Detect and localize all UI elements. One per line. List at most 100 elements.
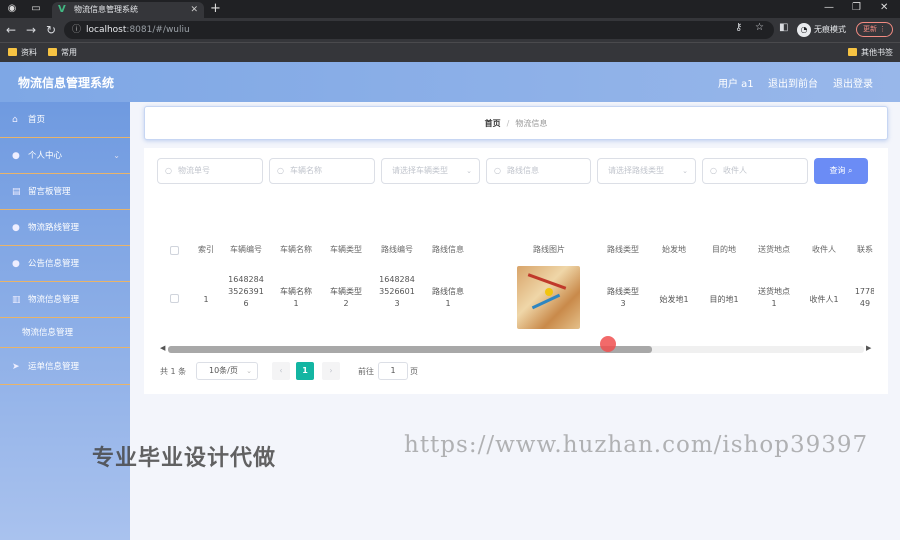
sidebar-item-waybills[interactable]: ➤ 运单信息管理 <box>0 349 130 385</box>
goto-page-input[interactable]: 1 <box>378 362 408 380</box>
route-map-image[interactable] <box>517 266 580 329</box>
search-icon: ○ <box>277 166 284 175</box>
query-button[interactable]: 查询 ⌕ <box>814 158 868 184</box>
browser-menu-icon[interactable]: ◉ <box>6 3 18 15</box>
page-number-current[interactable]: 1 <box>296 362 314 380</box>
scroll-thumb[interactable] <box>168 346 652 353</box>
cell-destination: 目的地1 <box>709 295 739 304</box>
back-icon[interactable]: ← <box>6 23 16 37</box>
search-icon: ○ <box>710 166 717 175</box>
url-host: localhost <box>86 25 127 35</box>
select-all-checkbox[interactable] <box>170 246 179 255</box>
logout-link[interactable]: 退出登录 <box>833 75 873 90</box>
th-vehicle-type: 车辆类型 <box>330 245 362 254</box>
sidebar-subitem-logistics[interactable]: 物流信息管理 <box>0 318 130 348</box>
update-label: 更新 <box>863 25 877 33</box>
new-tab-icon[interactable]: + <box>210 1 221 16</box>
cell-delivery: 送货地点 1 <box>758 287 790 308</box>
other-bookmarks[interactable]: 其他书签 <box>848 47 893 59</box>
key-icon[interactable]: ⚷ <box>735 22 742 33</box>
logistics-table: 索引 车辆编号 车辆名称 车辆类型 路线编号 路线信息 路线图片 路线类型 始发… <box>158 234 874 344</box>
breadcrumb-home[interactable]: 首页 <box>485 119 501 128</box>
vue-favicon-icon: V <box>58 4 66 15</box>
vehicle-name-input[interactable]: ○ 车辆名称 <box>269 158 375 184</box>
th-index: 索引 <box>198 245 214 254</box>
sidepanel-icon[interactable]: ◧ <box>779 22 788 33</box>
pagination-total: 共 1 条 <box>160 367 187 376</box>
forward-icon[interactable]: → <box>26 23 36 37</box>
vehicle-type-select[interactable]: 请选择车辆类型 ⌄ <box>381 158 480 184</box>
recipient-input[interactable]: ○ 收件人 <box>702 158 808 184</box>
close-tab-icon[interactable]: ✕ <box>190 2 198 18</box>
back-to-frontend-link[interactable]: 退出到前台 <box>768 75 818 90</box>
minimize-icon[interactable]: — <box>824 2 834 13</box>
cell-route-info: 路线信息 1 <box>432 287 464 308</box>
sidebar-item-routes[interactable]: ● 物流路线管理 <box>0 210 130 246</box>
th-vehicle-name: 车辆名称 <box>280 245 312 254</box>
goto-label: 前往 <box>358 367 374 376</box>
main-content: 首页 / 物流信息 ○ 物流单号 ○ 车辆名称 请选择车辆类型 ⌄ ○ 路线信息 请选择路线… <box>130 102 900 540</box>
browser-tabbar: ◉ ▭ V 物流信息管理系统 ✕ + — ❐ ✕ <box>0 0 900 18</box>
row-checkbox[interactable] <box>170 294 179 303</box>
cell-route-type: 路线类型 3 <box>607 287 639 308</box>
app-title: 物流信息管理系统 <box>18 76 115 90</box>
scroll-right-icon[interactable]: ▶ <box>866 344 871 352</box>
cell-vehicle-type: 车辆类型 2 <box>330 287 362 308</box>
breadcrumb: 首页 / 物流信息 <box>144 106 888 140</box>
sidebar-item-logistics[interactable]: ▥ 物流信息管理 <box>0 282 130 318</box>
folder-icon <box>8 48 17 56</box>
cell-contact: 1778 49 <box>854 287 874 308</box>
sidebar-item-notices[interactable]: ● 公告信息管理 <box>0 246 130 282</box>
th-delivery: 送货地点 <box>758 245 790 254</box>
restore-icon[interactable]: ❐ <box>852 2 861 13</box>
chevron-down-icon: ⌄ <box>246 367 252 375</box>
bookmark-folder-changyong[interactable]: 常用 <box>48 47 77 59</box>
route-info-input[interactable]: ○ 路线信息 <box>486 158 591 184</box>
th-route-info: 路线信息 <box>432 245 464 254</box>
sidebar-item-home[interactable]: ⌂ 首页 <box>0 102 130 138</box>
site-info-icon[interactable]: ⓘ <box>72 21 81 39</box>
folder-icon <box>48 48 57 56</box>
url-port: :8081 <box>126 25 153 35</box>
route-type-select[interactable]: 请选择路线类型 ⌄ <box>597 158 696 184</box>
tab-title: 物流信息管理系统 <box>74 5 138 14</box>
chevron-down-icon: ⌄ <box>682 167 688 175</box>
mouse-cursor-indicator <box>600 336 616 352</box>
scroll-left-icon[interactable]: ◀ <box>160 344 165 352</box>
search-icon: ○ <box>494 166 501 175</box>
sidebar: ⌂ 首页 ● 个人中心 ⌄ ▤ 留言板管理 ● 物流路线管理 ● 公告信息管理 ▥ 物流信息管… <box>0 102 130 540</box>
next-page-button[interactable]: › <box>322 362 340 380</box>
sidebar-item-profile[interactable]: ● 个人中心 ⌄ <box>0 138 130 174</box>
th-destination: 目的地 <box>712 245 736 254</box>
user-label: 用户 a1 <box>718 79 754 90</box>
chevron-down-icon: ⌄ <box>466 167 472 175</box>
cell-vehicle-no: 1648284 3526391 6 <box>228 275 264 308</box>
th-contact: 联系 <box>857 245 873 254</box>
app-header: 物流信息管理系统 用户 a1 退出到前台 退出登录 <box>0 62 900 102</box>
incognito-icon: ◔ <box>797 23 811 37</box>
browser-tab[interactable]: V 物流信息管理系统 ✕ <box>52 2 204 18</box>
bookmark-star-icon[interactable]: ☆ <box>755 22 764 33</box>
tab-overview-icon[interactable]: ▭ <box>30 3 42 15</box>
page-size-select[interactable]: 10条/页 ⌄ <box>196 362 258 380</box>
reload-icon[interactable]: ↻ <box>46 23 56 37</box>
bookmark-folder-ziliao[interactable]: 资料 <box>8 47 37 59</box>
th-vehicle-no: 车辆编号 <box>230 245 262 254</box>
update-button[interactable]: 更新 ⋮ <box>856 22 894 37</box>
horizontal-scrollbar[interactable]: ◀ ▶ <box>158 344 874 354</box>
incognito-indicator[interactable]: ◔ 无痕模式 <box>797 22 846 38</box>
goto-unit: 页 <box>410 367 418 376</box>
sidebar-item-messages[interactable]: ▤ 留言板管理 <box>0 174 130 210</box>
user-icon: ● <box>12 259 20 269</box>
watermark-left: 专业毕业设计代做 <box>92 446 277 471</box>
th-recipient: 收件人 <box>812 245 836 254</box>
document-icon: ▥ <box>12 295 21 305</box>
url-path: /#/wuliu <box>152 25 190 35</box>
th-origin: 始发地 <box>662 245 686 254</box>
tracking-no-input[interactable]: ○ 物流单号 <box>157 158 263 184</box>
th-route-image: 路线图片 <box>533 245 565 254</box>
prev-page-button[interactable]: ‹ <box>272 362 290 380</box>
close-window-icon[interactable]: ✕ <box>880 2 888 13</box>
address-bar[interactable]: ⓘ localhost:8081/#/wuliu <box>64 21 774 39</box>
list-panel: ○ 物流单号 ○ 车辆名称 请选择车辆类型 ⌄ ○ 路线信息 请选择路线类型 ⌄ ○ 收件人… <box>144 148 888 394</box>
